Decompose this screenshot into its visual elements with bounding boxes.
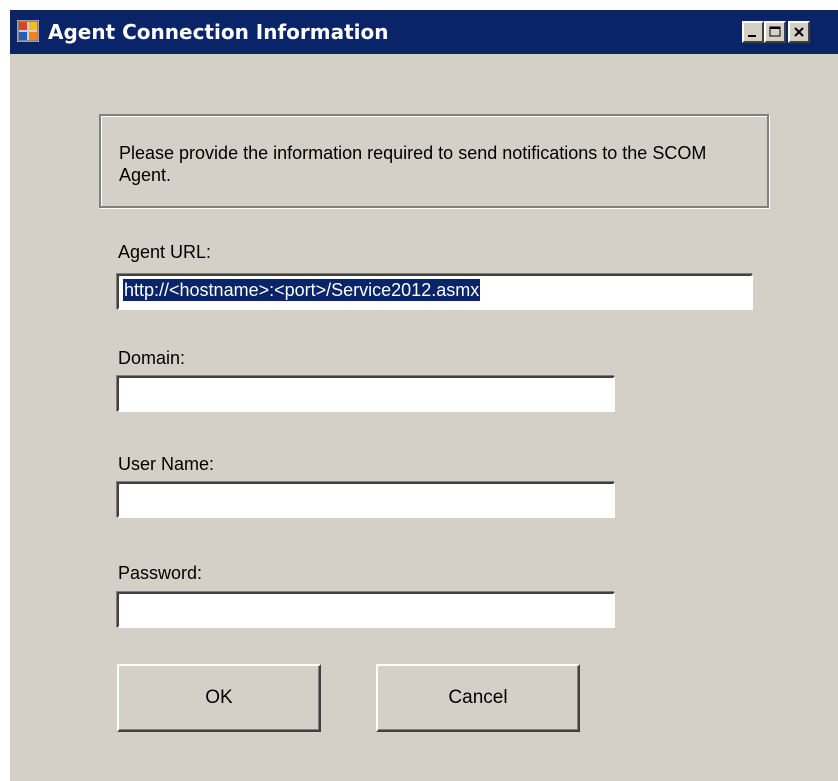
agent-url-value: http://<hostname>:<port>/Service2012.asm…: [123, 279, 481, 301]
ok-button[interactable]: OK: [117, 664, 321, 732]
cancel-button[interactable]: Cancel: [376, 664, 580, 732]
password-input[interactable]: [117, 592, 615, 628]
maximize-button[interactable]: [764, 21, 786, 43]
info-groupbox: Please provide the information required …: [99, 114, 769, 208]
info-text: Please provide the information required …: [119, 143, 707, 185]
minimize-button[interactable]: [742, 21, 764, 43]
user-name-label: User Name:: [118, 454, 215, 474]
window-title: Agent Connection Information: [48, 20, 389, 44]
agent-url-label: Agent URL:: [118, 242, 212, 262]
application-icon: [17, 20, 39, 42]
title-bar[interactable]: Agent Connection Information: [10, 10, 838, 54]
domain-label: Domain:: [118, 348, 186, 368]
close-button[interactable]: [788, 21, 810, 43]
dialog-window: Agent Connection Information Please prov…: [8, 8, 838, 781]
password-label: Password:: [118, 563, 203, 583]
user-name-input[interactable]: [117, 482, 615, 518]
domain-input[interactable]: [117, 376, 615, 412]
agent-url-input[interactable]: http://<hostname>:<port>/Service2012.asm…: [117, 274, 753, 310]
